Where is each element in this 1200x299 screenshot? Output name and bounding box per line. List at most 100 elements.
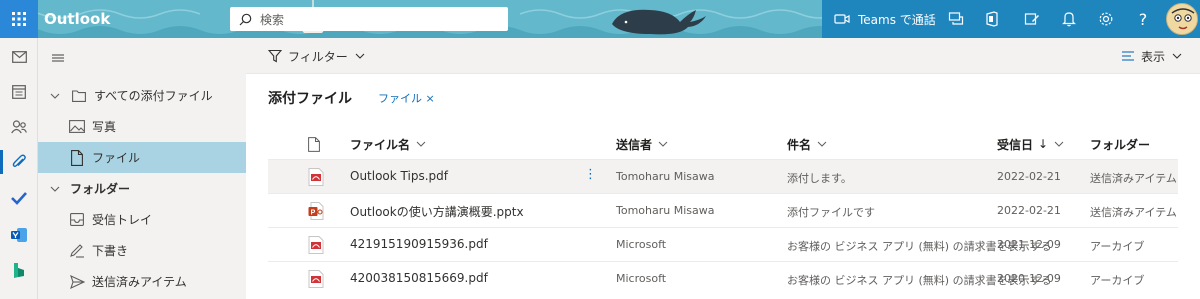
file-name[interactable]: 421915190915936.pdf xyxy=(350,237,488,251)
filter-chip-files[interactable]: ファイル × xyxy=(378,90,435,106)
command-bar: フィルター 表示 xyxy=(246,38,1200,74)
document-icon xyxy=(308,136,320,152)
send-icon xyxy=(68,274,86,290)
pdf-file-icon xyxy=(308,236,324,254)
chevron-down-icon xyxy=(658,141,668,147)
file-type-column-header[interactable] xyxy=(308,136,320,152)
bell-icon xyxy=(1062,12,1076,27)
received-date-column-header[interactable]: 受信日 ↓ xyxy=(997,136,1064,153)
folder-section-label: フォルダー xyxy=(70,182,131,196)
svg-text:P: P xyxy=(311,209,316,216)
app-name[interactable]: Outlook xyxy=(44,0,110,38)
todo-check-icon xyxy=(11,192,27,205)
view-label: 表示 xyxy=(1140,49,1165,64)
column-label: ファイル名 xyxy=(350,137,411,152)
rail-bookings-button[interactable] xyxy=(0,253,38,287)
image-icon xyxy=(68,119,86,135)
table-row[interactable]: 420038150815669.pdf Microsoft お客様の ビジネス … xyxy=(268,261,1178,295)
help-button[interactable]: ? xyxy=(1133,9,1153,29)
filter-funnel-icon xyxy=(268,49,282,63)
inbox-icon xyxy=(68,212,86,228)
chevron-down-icon xyxy=(355,53,365,59)
rail-attachments-button[interactable] xyxy=(0,145,38,179)
received-date: 2022-02-21 xyxy=(997,170,1061,183)
people-icon xyxy=(11,120,27,134)
chevron-down-icon xyxy=(817,141,827,147)
view-lines-icon xyxy=(1121,51,1134,61)
file-name[interactable]: Outlookの使い方講演概要.pptx xyxy=(350,203,524,220)
draft-icon xyxy=(68,243,86,259)
table-header: ファイル名 送信者 件名 受信日 ↓ フォルダー xyxy=(246,129,1200,159)
edit-note-icon xyxy=(1024,13,1039,25)
chat-bubbles-icon xyxy=(948,12,964,25)
app-rail xyxy=(0,38,38,299)
top-bar: Outlook 検索 Teams で通話 ? xyxy=(0,0,1200,38)
pdf-file-icon xyxy=(308,168,324,186)
column-label: フォルダー xyxy=(1090,137,1151,152)
folder-label: すべての添付ファイル xyxy=(94,89,213,103)
paperclip-icon xyxy=(12,154,26,168)
view-button[interactable]: 表示 xyxy=(1121,38,1182,74)
notifications-button[interactable] xyxy=(1059,9,1079,29)
document-icon xyxy=(68,149,86,166)
folder-inbox[interactable]: 受信トレイ xyxy=(38,204,246,235)
rail-mail-button[interactable] xyxy=(0,40,38,74)
bookings-icon xyxy=(14,263,24,278)
more-options-icon[interactable]: ⋮ xyxy=(584,167,597,182)
table-row[interactable]: 421915190915936.pdf Microsoft お客様の ビジネス … xyxy=(268,227,1178,261)
file-name[interactable]: Outlook Tips.pdf xyxy=(350,169,448,183)
page-title: 添付ファイル xyxy=(268,91,352,107)
filter-button[interactable]: フィルター xyxy=(268,38,365,74)
feedback-button[interactable] xyxy=(1022,9,1042,29)
yammer-icon xyxy=(11,228,27,242)
video-camera-icon xyxy=(834,14,850,24)
file-name[interactable]: 420038150815669.pdf xyxy=(350,271,488,285)
app-launcher-button[interactable] xyxy=(0,0,38,38)
sender: Microsoft xyxy=(616,272,667,285)
folder-column-header[interactable]: フォルダー xyxy=(1090,136,1150,153)
folder: アーカイブ xyxy=(1090,274,1145,287)
calendar-icon xyxy=(12,85,26,99)
chat-button[interactable] xyxy=(946,9,966,29)
office-app-button[interactable] xyxy=(982,9,1002,29)
filename-column-header[interactable]: ファイル名 xyxy=(350,136,426,153)
folder-all-attachments[interactable]: すべての添付ファイル xyxy=(38,80,246,111)
folder: 送信済みアイテム xyxy=(1090,172,1177,185)
sender: Tomoharu Misawa xyxy=(616,170,715,183)
rail-yammer-button[interactable] xyxy=(0,218,38,252)
rail-people-button[interactable] xyxy=(0,110,38,144)
folder-files[interactable]: ファイル xyxy=(38,142,246,173)
subject-column-header[interactable]: 件名 xyxy=(787,136,827,153)
collapse-nav-button[interactable] xyxy=(50,49,66,62)
search-box[interactable]: 検索 xyxy=(230,7,508,31)
folder-drafts[interactable]: 下書き xyxy=(38,235,246,266)
chevron-down-icon[interactable] xyxy=(48,186,62,192)
folder-icon xyxy=(70,88,88,104)
gear-icon xyxy=(1099,12,1113,26)
table-row[interactable]: P Outlookの使い方講演概要.pptx Tomoharu Misawa 添… xyxy=(268,193,1178,227)
rail-todo-button[interactable] xyxy=(0,181,38,215)
sender: Microsoft xyxy=(616,238,667,251)
hamburger-menu-icon xyxy=(52,54,64,62)
settings-button[interactable] xyxy=(1096,9,1116,29)
sender-column-header[interactable]: 送信者 xyxy=(616,136,668,153)
folder-label: 受信トレイ xyxy=(92,213,153,227)
waffle-icon xyxy=(12,12,26,26)
folder: アーカイブ xyxy=(1090,240,1145,253)
folder-label: ファイル xyxy=(92,151,141,165)
avatar[interactable] xyxy=(1166,3,1198,35)
folder-section-folders[interactable]: フォルダー xyxy=(38,173,246,204)
column-label: 受信日 xyxy=(997,137,1034,152)
sort-descending-arrow-icon: ↓ xyxy=(1038,137,1049,151)
search-input[interactable]: 検索 xyxy=(260,11,284,28)
rail-calendar-button[interactable] xyxy=(0,75,38,109)
chevron-down-icon[interactable] xyxy=(48,93,62,99)
teams-call-button[interactable]: Teams で通話 xyxy=(834,0,936,38)
search-icon xyxy=(230,7,260,31)
table-row[interactable]: Outlook Tips.pdf ⋮ Tomoharu Misawa 添付します… xyxy=(268,159,1178,193)
subject: 添付します。 xyxy=(787,172,852,185)
folder-sent-items[interactable]: 送信済みアイテム xyxy=(38,266,246,297)
received-date: 2021-12-09 xyxy=(997,238,1061,251)
subject: 添付ファイルです xyxy=(787,206,875,219)
folder-photos[interactable]: 写真 xyxy=(38,111,246,142)
